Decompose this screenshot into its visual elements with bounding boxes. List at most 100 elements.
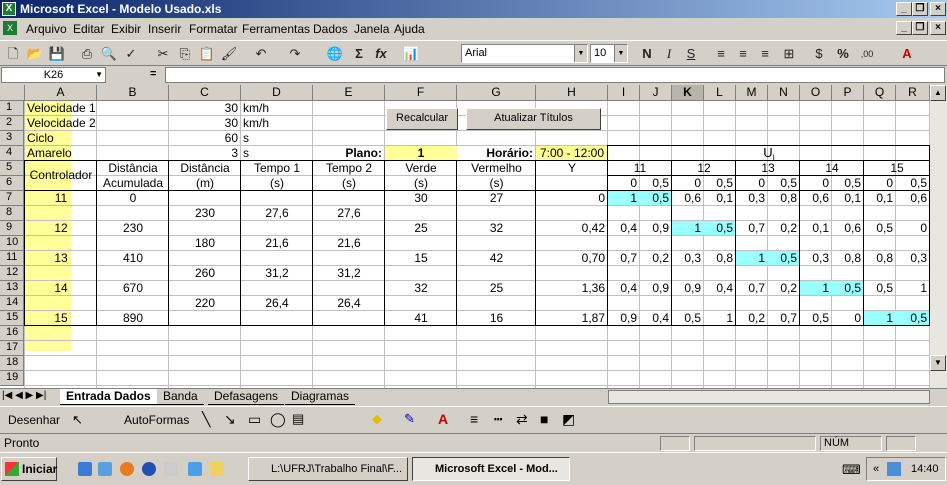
firefox-icon[interactable] <box>120 462 134 476</box>
autosum-icon[interactable]: Σ <box>350 45 368 63</box>
column-header-j[interactable]: J <box>640 85 672 101</box>
save-icon[interactable]: 💾 <box>48 45 66 63</box>
oval-icon[interactable]: ◯ <box>270 411 286 428</box>
row-header-14[interactable]: 14 <box>0 296 24 311</box>
row-header-4[interactable]: 4 <box>0 146 24 161</box>
row-header-19[interactable]: 19 <box>0 371 24 386</box>
tab-nav-arrows[interactable]: |◀ ◀ ▶ ▶| <box>2 390 46 401</box>
tab-defasagens[interactable]: Defasagens <box>208 389 285 405</box>
column-header-f[interactable]: F <box>385 85 457 101</box>
textbox-icon[interactable]: ▤ <box>292 411 304 427</box>
network-icon[interactable] <box>887 462 901 476</box>
column-header-r[interactable]: R <box>896 85 930 101</box>
workbook-icon[interactable]: X <box>3 21 17 35</box>
column-header-i[interactable]: I <box>608 85 640 101</box>
print-preview-icon[interactable]: 🔍 <box>100 45 118 63</box>
new-icon[interactable]: 🗋 <box>4 45 22 63</box>
arrow-style-icon[interactable]: ⇄ <box>516 411 528 428</box>
close-button[interactable]: × <box>930 2 946 16</box>
ie-icon[interactable] <box>78 462 92 476</box>
align-right-icon[interactable]: ≡ <box>756 45 774 63</box>
increase-decimal-icon[interactable]: ,00 <box>858 45 876 63</box>
hyperlink-icon[interactable]: 🌐 <box>326 45 344 63</box>
doc-restore-button[interactable]: ❐ <box>912 21 928 35</box>
dash-style-icon[interactable]: ┅ <box>494 411 502 428</box>
chart-wizard-icon[interactable]: 📊 <box>402 45 420 63</box>
scroll-up-arrow[interactable]: ▲ <box>930 85 946 101</box>
keyboard-icon[interactable]: ⌨ <box>842 462 861 478</box>
select-objects-icon[interactable]: ↖ <box>72 412 83 428</box>
vertical-scrollbar[interactable]: ▲ ▼ <box>930 85 947 388</box>
column-header-p[interactable]: P <box>832 85 864 101</box>
column-header-a[interactable]: A <box>25 85 97 101</box>
quicklaunch-icon[interactable] <box>188 462 202 476</box>
horizontal-scrollbar[interactable] <box>608 390 930 404</box>
tab-banda[interactable]: Banda <box>157 389 204 405</box>
column-header-c[interactable]: C <box>169 85 241 101</box>
fill-color-icon[interactable]: ◆ <box>372 411 382 427</box>
font-color-icon[interactable]: A <box>898 45 916 63</box>
menu-arquivo[interactable]: Arquivo <box>26 22 67 36</box>
line-icon[interactable]: ╲ <box>202 411 210 428</box>
doc-minimize-button[interactable]: _ <box>896 21 912 35</box>
row-header-16[interactable]: 16 <box>0 326 24 341</box>
row-header-2[interactable]: 2 <box>0 116 24 131</box>
bold-icon[interactable]: N <box>638 45 656 63</box>
copy-icon[interactable]: ⎘ <box>176 45 194 63</box>
row-header-12[interactable]: 12 <box>0 266 24 281</box>
paste-icon[interactable]: 📋 <box>198 45 216 63</box>
menu-dados[interactable]: Dados <box>313 22 348 36</box>
task-explorer-button[interactable]: L:\UFRJ\Trabalho Final\F... <box>248 457 408 481</box>
doc-close-button[interactable]: × <box>930 21 946 35</box>
media-player-icon[interactable] <box>142 462 156 476</box>
undo-icon[interactable]: ↶ <box>252 45 270 63</box>
format-painter-icon[interactable]: 🖌 <box>220 45 238 63</box>
column-header-k[interactable]: K <box>672 85 704 101</box>
row-header-13[interactable]: 13 <box>0 281 24 296</box>
row-header-6[interactable]: 6 <box>0 176 24 191</box>
align-center-icon[interactable]: ≡ <box>734 45 752 63</box>
spelling-icon[interactable]: ✓ <box>122 45 140 63</box>
menu-ferramentas[interactable]: Ferramentas <box>242 22 310 36</box>
column-header-n[interactable]: N <box>768 85 800 101</box>
row-header-15[interactable]: 15 <box>0 311 24 326</box>
open-icon[interactable]: 📂 <box>26 45 44 63</box>
menu-exibir[interactable]: Exibir <box>111 22 141 36</box>
line-color-icon[interactable]: ✎ <box>404 411 415 427</box>
row-header-11[interactable]: 11 <box>0 251 24 266</box>
arrow-icon[interactable]: ↘ <box>224 411 236 428</box>
row-header-7[interactable]: 7 <box>0 191 24 206</box>
redo-icon[interactable]: ↷ <box>286 45 304 63</box>
name-box[interactable]: K26 ▼ <box>1 67 106 83</box>
3d-icon[interactable]: ◩ <box>562 411 575 428</box>
minimize-button[interactable]: _ <box>896 2 912 16</box>
row-header-10[interactable]: 10 <box>0 236 24 251</box>
menu-inserir[interactable]: Inserir <box>148 22 181 36</box>
rectangle-icon[interactable]: ▭ <box>248 411 261 428</box>
start-button[interactable]: Iniciar <box>1 457 57 481</box>
row-header-9[interactable]: 9 <box>0 221 24 236</box>
print-icon[interactable]: ⎙ <box>78 45 96 63</box>
messenger-icon[interactable] <box>164 462 178 476</box>
row-header-18[interactable]: 18 <box>0 356 24 371</box>
tab-diagramas[interactable]: Diagramas <box>285 389 356 405</box>
column-header-d[interactable]: D <box>241 85 313 101</box>
select-all-corner[interactable] <box>0 85 25 101</box>
align-left-icon[interactable]: ≡ <box>712 45 730 63</box>
currency-icon[interactable]: $ <box>810 45 828 63</box>
column-header-q[interactable]: Q <box>864 85 896 101</box>
cut-icon[interactable]: ✂ <box>154 45 172 63</box>
text-color-icon[interactable]: A <box>438 411 448 427</box>
row-header-8[interactable]: 8 <box>0 206 24 221</box>
column-header-o[interactable]: O <box>800 85 832 101</box>
atualizar-titulos-button[interactable]: Atualizar Títulos <box>466 108 601 130</box>
menu-editar[interactable]: Editar <box>73 22 104 36</box>
tray-expand-icon[interactable]: « <box>873 458 879 480</box>
column-header-b[interactable]: B <box>97 85 169 101</box>
underline-icon[interactable]: S <box>682 45 700 63</box>
recalcular-button[interactable]: Recalcular <box>386 108 458 130</box>
scroll-down-arrow[interactable]: ▼ <box>930 355 946 371</box>
folder-icon[interactable] <box>210 462 224 476</box>
menu-formatar[interactable]: Formatar <box>189 22 238 36</box>
tab-entrada-dados[interactable]: Entrada Dados <box>60 389 157 405</box>
